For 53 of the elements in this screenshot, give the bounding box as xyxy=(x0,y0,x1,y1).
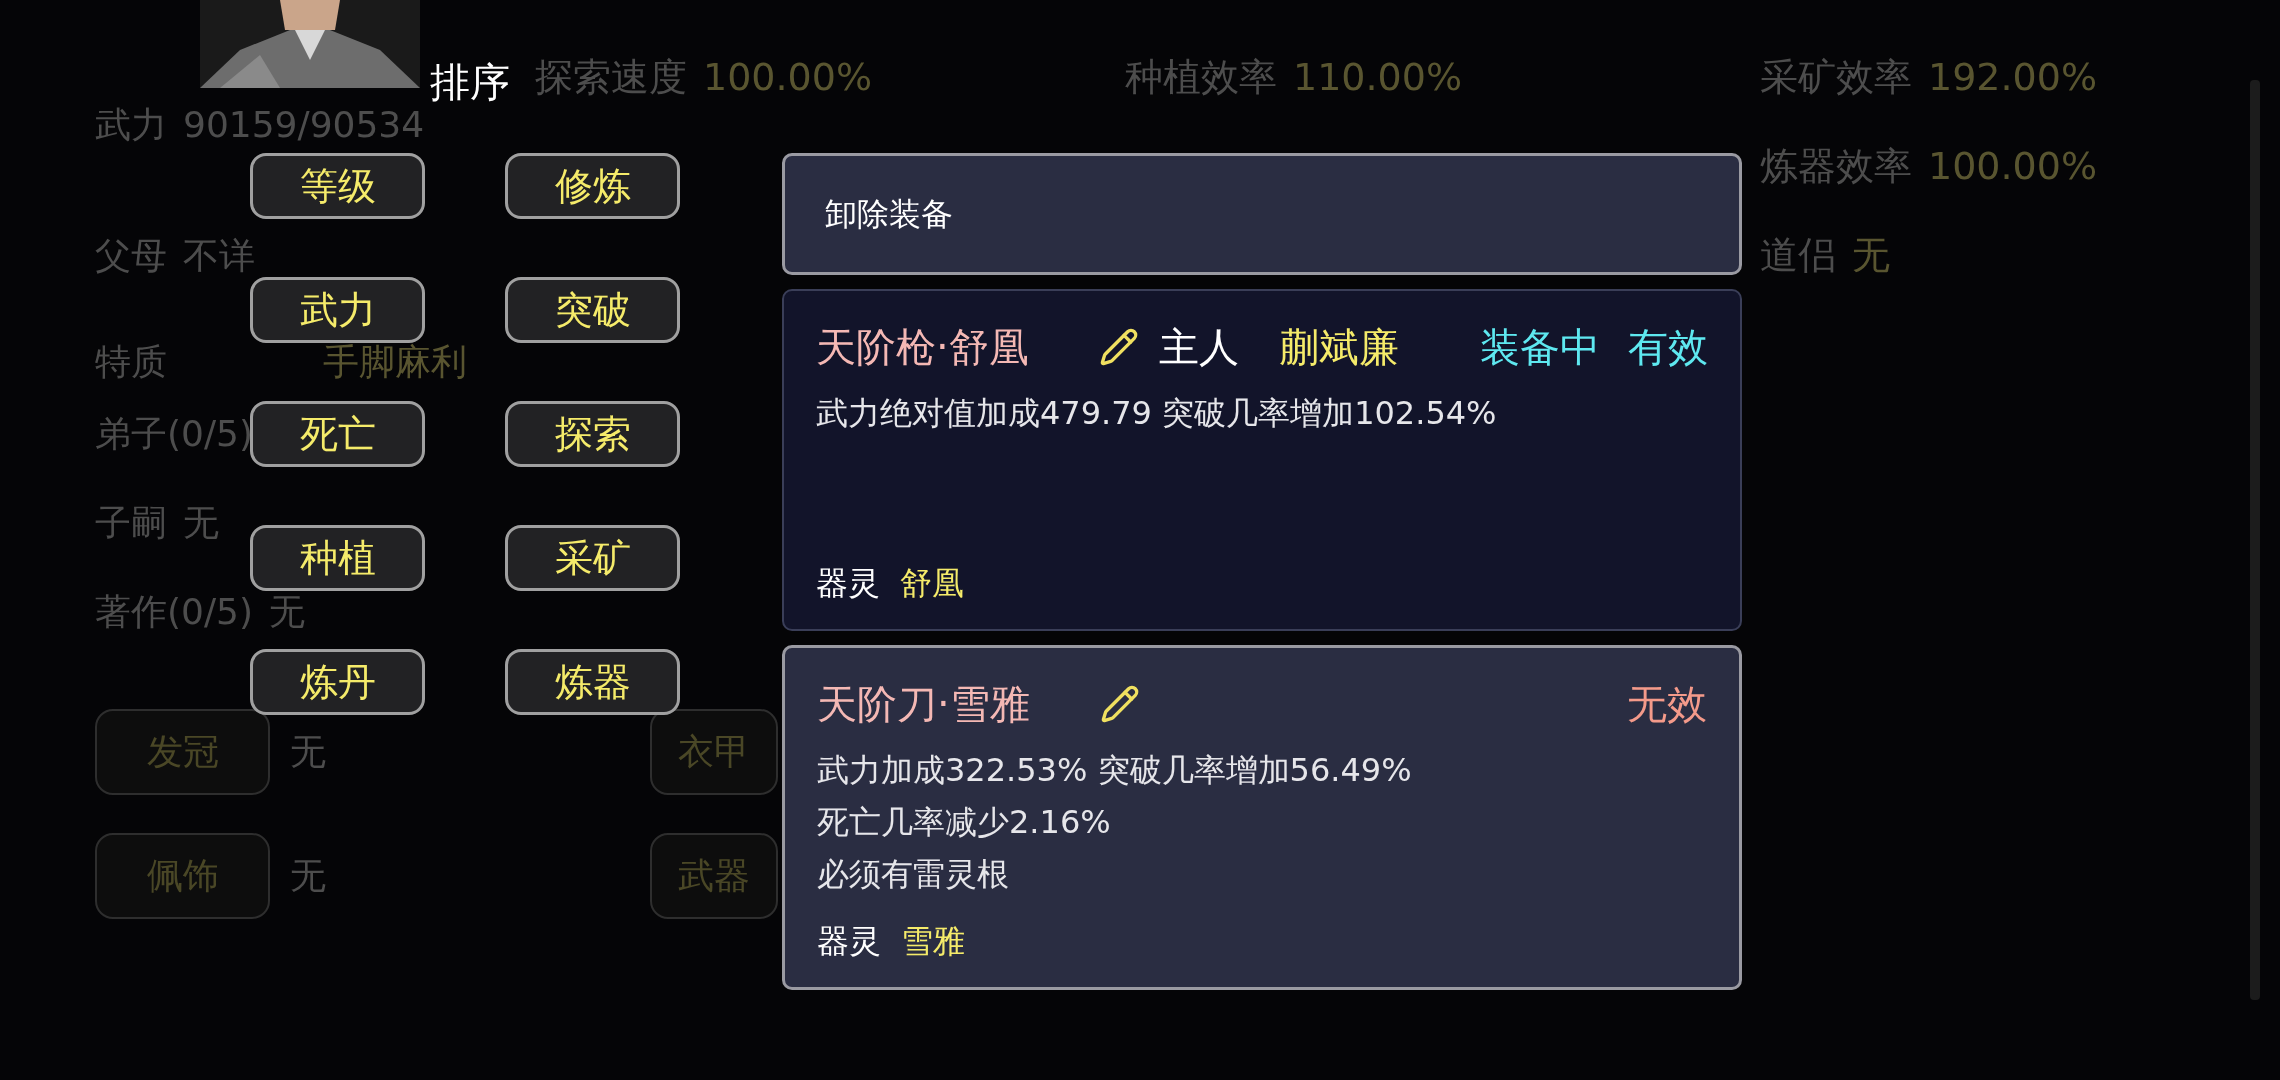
stat-label: 采矿效率 xyxy=(1760,54,1912,101)
sort-option[interactable]: 炼丹 xyxy=(250,649,425,715)
sort-title: 排序 xyxy=(430,58,510,107)
effect-text: 武力加成322.53% 突破几率增加56.49% xyxy=(817,750,1413,791)
effect-text: 死亡几率减少2.16% xyxy=(817,802,1112,843)
edit-icon[interactable] xyxy=(1099,684,1140,724)
owner-label: 主人 xyxy=(1158,323,1239,372)
equipment-name: 天阶刀·雪雅 xyxy=(817,680,1030,729)
effect-text: 必须有雷灵根 xyxy=(817,854,1010,895)
slot-value: 无 xyxy=(290,730,326,774)
stat-value: 100.00% xyxy=(703,54,873,101)
equipped-tag: 装备中 xyxy=(1480,317,1600,377)
stat-label: 子嗣 xyxy=(95,500,167,545)
spirit-name: 雪雅 xyxy=(901,921,965,962)
spirit-label: 器灵 xyxy=(817,921,881,962)
stat-label: 道侣 xyxy=(1760,232,1836,279)
effect-text: 武力绝对值加成479.79 突破几率增加102.54% xyxy=(816,393,1498,434)
spirit-label: 器灵 xyxy=(816,563,880,604)
stat-label: 著作(0/5) xyxy=(95,589,254,634)
spirit-name: 舒凰 xyxy=(900,563,964,604)
stat-label: 炼器效率 xyxy=(1760,143,1912,190)
stat-label: 种植效率 xyxy=(1125,54,1277,101)
sort-option[interactable]: 修炼 xyxy=(505,153,680,219)
sort-option[interactable]: 探索 xyxy=(505,401,680,467)
sort-option[interactable]: 采矿 xyxy=(505,525,680,591)
slot-value: 无 xyxy=(290,854,326,898)
unequip-button[interactable]: 卸除装备 xyxy=(782,153,1742,275)
edit-icon[interactable] xyxy=(1098,327,1139,367)
sort-option[interactable]: 武力 xyxy=(250,277,425,343)
equipment-name: 天阶枪·舒凰 xyxy=(816,323,1029,372)
stat-value: 不详 xyxy=(183,233,255,278)
equipment-card[interactable]: 天阶刀·雪雅 无效 武力加成322.53% 突破几率增加56.49% 死亡几率减少2.16% 必须有雷灵根 器灵 雪雅 xyxy=(782,645,1742,990)
stat-value: 192.00% xyxy=(1928,54,2098,101)
stat-label: 武力 xyxy=(95,103,167,147)
sort-option[interactable]: 突破 xyxy=(505,277,680,343)
stat-value: 100.00% xyxy=(1928,143,2098,190)
sort-option[interactable]: 等级 xyxy=(250,153,425,219)
owner-name: 蒯斌廉 xyxy=(1278,323,1399,372)
sort-option[interactable]: 炼器 xyxy=(505,649,680,715)
stat-value: 90159/90534 xyxy=(183,103,425,147)
stat-label: 特质 xyxy=(95,340,167,384)
stat-label: 探索速度 xyxy=(535,54,687,101)
equipment-card[interactable]: 天阶枪·舒凰 主人 蒯斌廉 装备中 有效 武力绝对值加成479.79 突破几率增加102.54% 器灵 舒凰 xyxy=(782,289,1742,631)
stat-value: 110.00% xyxy=(1293,54,1463,101)
stat-value: 无 xyxy=(269,589,306,634)
sort-option[interactable]: 种植 xyxy=(250,525,425,591)
stat-label: 父母 xyxy=(95,233,167,278)
status-tag: 有效 xyxy=(1628,317,1708,377)
stat-value: 手脚麻利 xyxy=(323,340,467,384)
stat-value: 无 xyxy=(183,500,219,545)
stat-value: 无 xyxy=(1852,232,1890,279)
sort-option[interactable]: 死亡 xyxy=(250,401,425,467)
status-tag: 无效 xyxy=(1627,674,1707,734)
